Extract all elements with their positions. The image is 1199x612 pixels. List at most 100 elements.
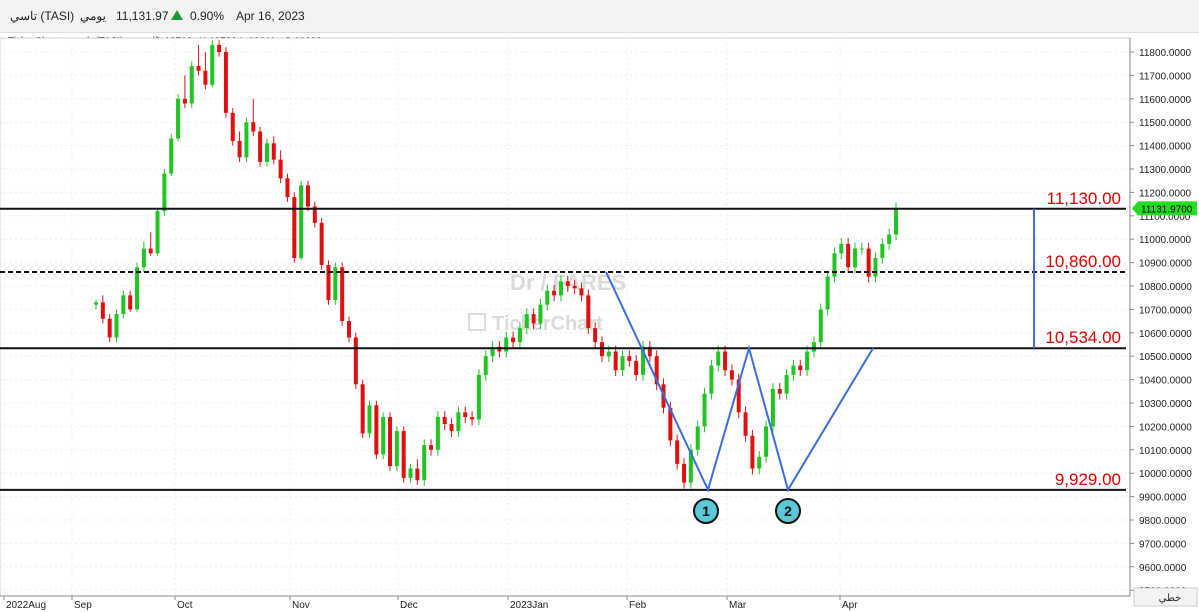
candle-body xyxy=(346,321,351,338)
low-value: L:10611 xyxy=(240,36,276,47)
candle-body xyxy=(811,342,816,352)
candle-body xyxy=(709,365,714,394)
candle-body xyxy=(641,346,646,375)
candle-body xyxy=(326,264,331,301)
pattern-line xyxy=(605,271,874,493)
candle-body xyxy=(859,248,864,250)
y-tick-label: 10400.0000 xyxy=(1139,376,1192,387)
candle-body xyxy=(285,178,290,198)
candle-body xyxy=(148,248,153,254)
candle-body xyxy=(333,267,338,301)
x-tick-label: 2022Aug xyxy=(6,600,46,611)
candle-body xyxy=(374,405,379,455)
candle-body xyxy=(312,206,317,223)
y-tick-label: 10000.0000 xyxy=(1139,469,1192,480)
candle-body xyxy=(456,412,461,432)
candle-body xyxy=(586,295,591,329)
candle-body xyxy=(230,112,235,141)
candle-body xyxy=(264,143,269,162)
y-tick-label: 9700.0000 xyxy=(1139,539,1187,550)
watermark-author: Dr / FARES xyxy=(510,270,626,295)
source-label: TickerChart xyxy=(8,36,60,47)
candle-body xyxy=(743,412,748,436)
change-percent: 0.90% xyxy=(190,9,225,23)
candle-body xyxy=(162,173,167,212)
candle-body xyxy=(196,66,201,71)
y-tick-label: 9800.0000 xyxy=(1139,516,1187,527)
candle-body xyxy=(251,122,256,132)
candle-body xyxy=(189,66,194,104)
candle-body xyxy=(634,360,639,375)
candle-body xyxy=(894,208,898,235)
price-chart[interactable]: Dr / FARES TickerChart 11,130.00 10,860.0… xyxy=(0,0,1199,612)
candle-body xyxy=(292,197,297,258)
open-value: O:10718 xyxy=(154,36,193,47)
candle-body xyxy=(210,44,215,85)
candle-body xyxy=(606,351,611,357)
candle-body xyxy=(394,431,399,467)
period-selector[interactable]: يومي xyxy=(80,9,106,23)
level-label: 9,929.00 xyxy=(1055,470,1121,489)
level-label: 11,130.00 xyxy=(1047,189,1121,208)
y-tick-label: 10100.0000 xyxy=(1139,446,1192,457)
candle-body xyxy=(244,122,249,158)
x-tick-label: Feb xyxy=(629,600,647,611)
candle-body xyxy=(94,302,98,305)
y-tick-label: 10200.0000 xyxy=(1139,422,1192,433)
candle-body xyxy=(545,290,550,305)
candle-body xyxy=(223,52,228,113)
candle-body xyxy=(818,309,823,343)
candle-body xyxy=(100,302,105,319)
candle-body xyxy=(764,426,769,457)
candle-body xyxy=(579,288,584,296)
candle-body xyxy=(627,356,632,361)
candle-body xyxy=(572,286,577,289)
y-tick-label: 11100.0000 xyxy=(1139,212,1191,223)
candle-body xyxy=(497,346,502,352)
candle-body xyxy=(805,351,810,371)
candle-body xyxy=(367,405,372,434)
symbol-name[interactable]: تاسي (TASI) xyxy=(10,9,74,23)
candle-body xyxy=(442,417,447,425)
candle-body xyxy=(599,342,604,357)
price-axis: 11800.0000 11700.0000 11600.0000 11500.0000… xyxy=(1129,38,1198,607)
candle-body xyxy=(237,140,242,158)
candle-body xyxy=(593,328,598,343)
candle-body xyxy=(798,365,803,371)
close-value: C:10683 xyxy=(284,36,322,47)
candles xyxy=(94,40,898,489)
level-label: 10,860.00 xyxy=(1045,252,1121,271)
candle-body xyxy=(839,243,844,254)
x-tick-label: 2023Jan xyxy=(510,600,548,611)
support-resistance-levels: 11,130.00 10,860.00 10,534.00 9,929.00 xyxy=(0,189,1126,491)
candle-body xyxy=(702,393,707,427)
bell-icon xyxy=(9,56,20,67)
candle-body xyxy=(668,407,673,441)
watermark: Dr / FARES TickerChart xyxy=(468,270,626,335)
y-tick-label: 10900.0000 xyxy=(1139,259,1192,270)
y-tick-label: 10500.0000 xyxy=(1139,352,1192,363)
y-tick-label: 11500.0000 xyxy=(1139,118,1192,129)
double-bottom-pattern: 12 xyxy=(605,271,874,524)
y-tick-label: 10800.0000 xyxy=(1139,282,1192,293)
x-tick-label: Sep xyxy=(74,600,92,611)
level-label: 10,534.00 xyxy=(1045,328,1121,347)
candle-body xyxy=(729,370,734,380)
candle-body xyxy=(654,356,659,385)
candle-body xyxy=(135,267,140,310)
chart-label: تاسي (TASI) الشموع xyxy=(70,36,158,47)
time-axis: 2022Aug Sep Oct Nov Dec 2023Jan Feb Mar Apr xyxy=(0,595,1130,611)
alerts-button[interactable]: 1 xyxy=(3,52,43,76)
y-tick-label: 10600.0000 xyxy=(1139,329,1192,340)
y-tick-label: 11700.0000 xyxy=(1139,71,1192,82)
candle-body xyxy=(620,356,625,371)
y-tick-label: 9600.0000 xyxy=(1139,563,1187,574)
last-price: 11,131.97 xyxy=(116,9,169,23)
candle-body xyxy=(873,257,878,277)
candle-body xyxy=(613,351,618,371)
x-tick-label: Mar xyxy=(729,600,747,611)
candle-body xyxy=(415,468,420,481)
candle-body xyxy=(832,253,837,277)
candle-body xyxy=(319,222,324,265)
high-value: H:10722 xyxy=(199,36,237,47)
